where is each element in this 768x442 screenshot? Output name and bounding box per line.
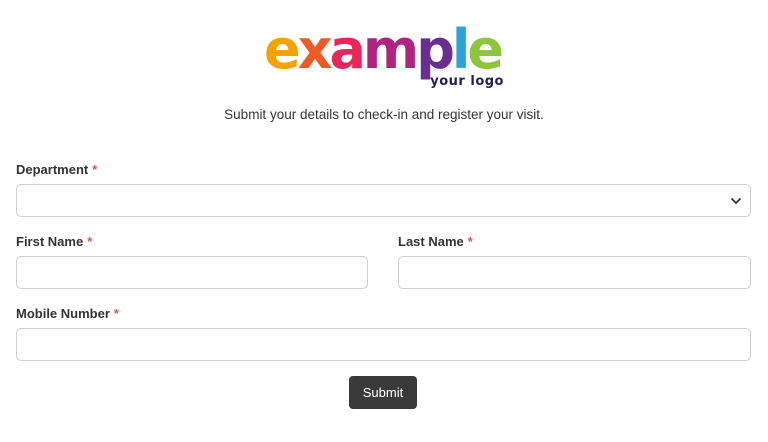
logo-letter: m xyxy=(363,18,416,81)
last-name-label-text: Last Name xyxy=(398,234,464,249)
logo-letter: a xyxy=(329,18,362,81)
department-label: Department * xyxy=(16,162,97,177)
first-name-label-text: First Name xyxy=(16,234,84,249)
logo-letter: p xyxy=(416,18,453,81)
department-select[interactable] xyxy=(16,184,751,217)
company-logo: example your logo xyxy=(262,18,508,92)
logo-letter: l xyxy=(452,18,468,81)
intro-text: Submit your details to check-in and regi… xyxy=(224,107,544,122)
required-marker: * xyxy=(87,234,93,249)
first-name-label: First Name * xyxy=(16,234,92,249)
logo-letter: e xyxy=(264,18,299,81)
mobile-number-label-text: Mobile Number xyxy=(16,306,110,321)
logo-tagline: your logo xyxy=(430,74,504,89)
logo-letter: e xyxy=(467,18,502,81)
required-marker: * xyxy=(92,162,98,177)
last-name-label: Last Name * xyxy=(398,234,473,249)
svg-text:example: example xyxy=(264,18,502,81)
required-marker: * xyxy=(467,234,473,249)
mobile-number-input[interactable] xyxy=(16,328,751,361)
submit-button[interactable]: Submit xyxy=(349,376,417,409)
mobile-number-label: Mobile Number * xyxy=(16,306,119,321)
logo-letter: x xyxy=(298,18,333,81)
first-name-input[interactable] xyxy=(16,256,368,289)
department-label-text: Department xyxy=(16,162,89,177)
last-name-input[interactable] xyxy=(398,256,751,289)
required-marker: * xyxy=(113,306,119,321)
chevron-down-icon xyxy=(731,198,741,204)
